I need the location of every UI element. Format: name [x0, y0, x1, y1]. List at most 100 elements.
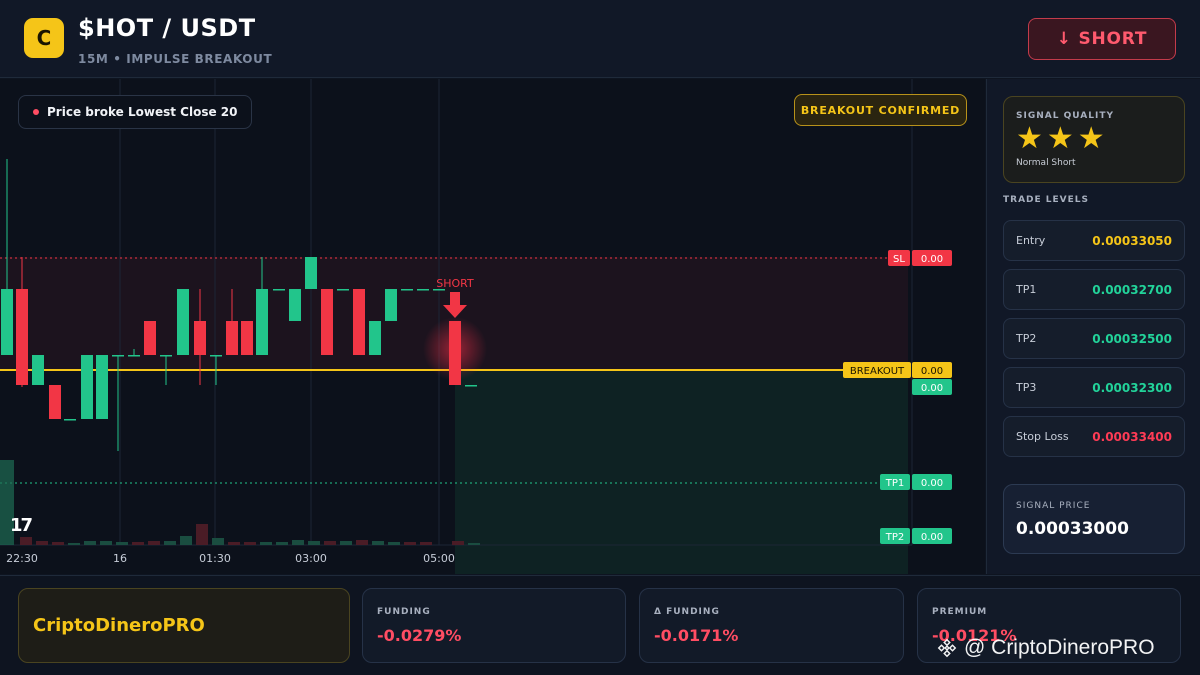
volume-bar [180, 536, 192, 545]
candle-body [465, 385, 477, 387]
volume-bar [196, 524, 208, 545]
coin-logo-icon: C [24, 18, 64, 58]
candle-body [1, 289, 13, 355]
stat-value: -0.0171% [654, 626, 739, 645]
level-label: Stop Loss [1016, 430, 1069, 443]
signal-side-panel: SIGNAL QUALITY ★★★ Normal Short TRADE LE… [986, 79, 1200, 574]
signal-price-label: SIGNAL PRICE [1016, 501, 1091, 511]
candle-body [64, 419, 76, 421]
trade-levels-title: TRADE LEVELS [1003, 195, 1089, 205]
candle-body [417, 289, 429, 291]
level-value: 0.00033050 [1092, 233, 1172, 248]
tp-zone [455, 371, 908, 574]
candle-body [385, 289, 397, 321]
candle-body [210, 355, 222, 357]
candle-body [16, 289, 28, 385]
time-axis-label: 05:00 [423, 552, 455, 565]
candle-body [112, 355, 124, 357]
time-axis-label: 16 [113, 552, 127, 565]
level-row-stop-loss: Stop Loss 0.00033400 [1003, 416, 1185, 457]
signal-price-card: SIGNAL PRICE 0.00033000 [1003, 484, 1185, 554]
level-value: 0.00032500 [1092, 331, 1172, 346]
stat-label: Δ FUNDING [654, 607, 720, 617]
price-broke-text: Price broke Lowest Close 20 [47, 105, 238, 119]
volume-bar [276, 542, 288, 545]
level-label: TP3 [1016, 381, 1037, 394]
volume-bar [164, 541, 176, 545]
stat-label: PREMIUM [932, 607, 988, 617]
brand-card: CriptoDineroPRO [18, 588, 350, 663]
volume-bar [324, 541, 336, 545]
level-tag-name: TP1 [885, 478, 905, 489]
volume-bar [308, 541, 320, 545]
candle-body [194, 321, 206, 355]
level-value: 0.00032700 [1092, 282, 1172, 297]
candle-body [144, 321, 156, 355]
level-label: Entry [1016, 234, 1046, 247]
level-row-tp2: TP2 0.00032500 [1003, 318, 1185, 359]
candle-body [226, 321, 238, 355]
volume-bar [356, 540, 368, 545]
level-value: 0.00033400 [1092, 429, 1172, 444]
level-tag-value: 0.00 [921, 478, 943, 489]
signal-quality-title: SIGNAL QUALITY [1016, 111, 1114, 121]
breakout-confirmed-badge: BREAKOUT CONFIRMED [794, 94, 967, 126]
candle-body [401, 289, 413, 291]
volume-bar [388, 542, 400, 545]
short-marker-label: SHORT [436, 277, 474, 290]
volume-bar [212, 538, 224, 545]
pair-subtitle: 15M • IMPULSE BREAKOUT [78, 52, 273, 66]
volume-bar [468, 543, 480, 545]
time-axis-label: 03:00 [295, 552, 327, 565]
volume-bar [68, 543, 80, 545]
volume-bar [20, 537, 32, 545]
volume-bar [452, 541, 464, 545]
short-button[interactable]: ↓ SHORT [1028, 18, 1176, 60]
delta-funding-card: Δ FUNDING -0.0171% [639, 588, 904, 663]
candle-body [449, 321, 461, 385]
volume-bar [84, 541, 96, 545]
footer-stats: CriptoDineroPRO FUNDING -0.0279% Δ FUNDI… [0, 575, 1200, 675]
header: C $HOT / USDT 15M • IMPULSE BREAKOUT ↓ S… [0, 0, 1200, 78]
candle-body [273, 289, 285, 291]
level-tag-value: 0.00 [921, 366, 943, 377]
candle-body [241, 321, 253, 355]
funding-card: FUNDING -0.0279% [362, 588, 626, 663]
volume-bar [404, 542, 416, 545]
level-tag-value: 0.00 [921, 254, 943, 265]
volume-bar [340, 541, 352, 545]
volume-bar [244, 542, 256, 545]
candle-body [32, 355, 44, 385]
candle-body [128, 355, 140, 357]
volume-bar [292, 540, 304, 545]
volume-bar [420, 542, 432, 545]
signal-price-value: 0.00033000 [1016, 519, 1129, 539]
level-tag-name: SL [893, 254, 905, 265]
price-chart[interactable]: SHORT 22:30 16 01:30 03:00 05:00 SL 0.00 BREAKOU… [0, 79, 985, 574]
pair-title: $HOT / USDT [78, 14, 256, 42]
level-value: 0.00032300 [1092, 380, 1172, 395]
candle-body [96, 355, 108, 419]
red-dot-icon [33, 109, 39, 115]
candle-body [256, 289, 268, 355]
level-label: TP2 [1016, 332, 1037, 345]
volume-bar [100, 541, 112, 545]
watermark-text: @ CriptoDineroPRO [964, 636, 1155, 659]
volume-bar [116, 542, 128, 545]
volume-bar [228, 542, 240, 545]
stat-label: FUNDING [377, 607, 431, 617]
level-row-tp3: TP3 0.00032300 [1003, 367, 1185, 408]
candle-body [49, 385, 61, 419]
chart-canvas[interactable]: SHORT 22:30 16 01:30 03:00 05:00 SL 0.00 BREAKOU… [0, 79, 985, 574]
volume-bar [36, 541, 48, 545]
tradingview-logo-icon[interactable]: 17 [10, 515, 33, 536]
watermark: @ CriptoDineroPRO [936, 636, 1155, 660]
stat-value: -0.0279% [377, 626, 462, 645]
volume-bar [132, 542, 144, 545]
binance-logo-icon [937, 638, 957, 658]
time-axis-label: 22:30 [6, 552, 38, 565]
star-rating-icon: ★★★ [1016, 121, 1109, 156]
candle-body [321, 289, 333, 355]
candle-body [369, 321, 381, 355]
volume-bar [52, 542, 64, 545]
